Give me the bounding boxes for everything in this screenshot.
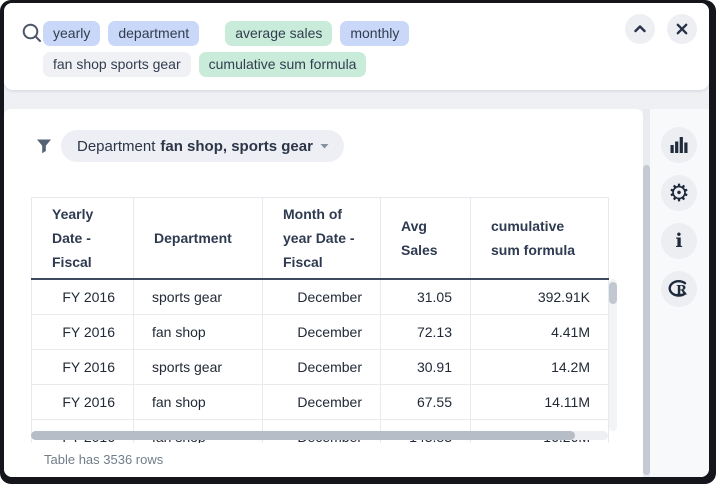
search-token[interactable]: department (108, 21, 199, 46)
table-cell: sports gear (134, 349, 263, 384)
table-body: FY 2016sports gearDecember31.05392.91KFY… (32, 279, 609, 443)
r-logo-icon: R (668, 278, 690, 300)
table-row: FY 2016sports gearDecember30.9114.2M (32, 349, 609, 384)
table-cell: 14.2M (471, 349, 609, 384)
close-icon (675, 22, 689, 36)
table-cell: 4.41M (471, 314, 609, 349)
info-icon: i (675, 232, 682, 251)
close-button[interactable] (667, 14, 697, 44)
column-header: Yearly Date - Fiscal (32, 198, 134, 280)
table-vertical-scrollbar[interactable] (609, 279, 617, 431)
column-header: Avg Sales (381, 198, 471, 280)
settings-button[interactable]: ⚙ (661, 175, 697, 211)
chevron-down-icon (319, 142, 330, 150)
info-button[interactable]: i (661, 223, 697, 259)
r-logo-button[interactable]: R (661, 271, 697, 307)
chart-view-button[interactable] (661, 127, 697, 163)
collapse-button[interactable] (625, 14, 655, 44)
search-token[interactable]: yearly (43, 21, 100, 46)
table-cell: 30.91 (381, 349, 471, 384)
panel-scrollbar[interactable] (643, 109, 650, 477)
table-cell: FY 2016 (32, 314, 134, 349)
chips-row-2: fan shop sports gear cumulative sum formu… (43, 52, 409, 77)
app-window: yearly department average sales monthly fan… (0, 0, 716, 484)
table-cell: 31.05 (381, 279, 471, 314)
column-header: Department (134, 198, 263, 280)
table-vertical-scrollbar-thumb[interactable] (609, 282, 617, 304)
table-cell: December (263, 349, 381, 384)
column-header: Month of year Date - Fiscal (263, 198, 381, 280)
search-token[interactable]: average sales (225, 21, 332, 46)
filter-icon (36, 138, 52, 154)
table-header: Yearly Date - FiscalDepartmentMonth of y… (32, 198, 609, 280)
gear-icon: ⚙ (668, 181, 690, 205)
table-cell: FY 2016 (32, 384, 134, 419)
search-icon (21, 22, 43, 44)
table-cell: fan shop (134, 314, 263, 349)
search-token[interactable]: cumulative sum formula (199, 52, 367, 77)
table-row: FY 2016fan shopDecember67.5514.11M (32, 384, 609, 419)
table-row: FY 2016sports gearDecember31.05392.91K (32, 279, 609, 314)
filter-value: fan shop, sports gear (160, 138, 313, 155)
table-cell: 14.11M (471, 384, 609, 419)
results-panel: Department fan shop, sports gear Yearly D… (4, 109, 643, 477)
table-cell: FY 2016 (32, 349, 134, 384)
results-table: Yearly Date - FiscalDepartmentMonth of y… (31, 197, 609, 443)
row-count-status: Table has 3536 rows (44, 452, 163, 467)
search-token[interactable]: monthly (340, 21, 409, 46)
filter-label: Department (77, 138, 155, 155)
chips-row-1: yearly department average sales monthly (43, 21, 409, 46)
table-cell: 392.91K (471, 279, 609, 314)
svg-text:R: R (676, 284, 687, 299)
table-row: FY 2016fan shopDecember72.134.41M (32, 314, 609, 349)
table-cell: FY 2016 (32, 279, 134, 314)
panel-scrollbar-thumb[interactable] (643, 165, 650, 475)
table-cell: 72.13 (381, 314, 471, 349)
table-cell: December (263, 384, 381, 419)
table-horizontal-scrollbar-thumb[interactable] (31, 431, 575, 440)
department-filter-chip[interactable]: Department fan shop, sports gear (61, 130, 344, 162)
table-cell: December (263, 314, 381, 349)
results-table-viewport: Yearly Date - FiscalDepartmentMonth of y… (31, 197, 617, 443)
chevron-up-icon (633, 22, 647, 36)
search-token[interactable]: fan shop sports gear (43, 52, 191, 77)
table-cell: December (263, 279, 381, 314)
table-cell: 67.55 (381, 384, 471, 419)
table-cell: fan shop (134, 384, 263, 419)
search-token-list: yearly department average sales monthly fan… (43, 21, 409, 77)
bar-chart-icon (669, 135, 689, 155)
search-input[interactable]: yearly department average sales monthly fan… (4, 3, 709, 90)
column-header: cumulative sum formula (471, 198, 609, 280)
table-cell: sports gear (134, 279, 263, 314)
table-horizontal-scrollbar[interactable] (31, 431, 608, 440)
app-surface: yearly department average sales monthly fan… (4, 3, 709, 477)
sidebar: ⚙ i R (650, 109, 709, 477)
